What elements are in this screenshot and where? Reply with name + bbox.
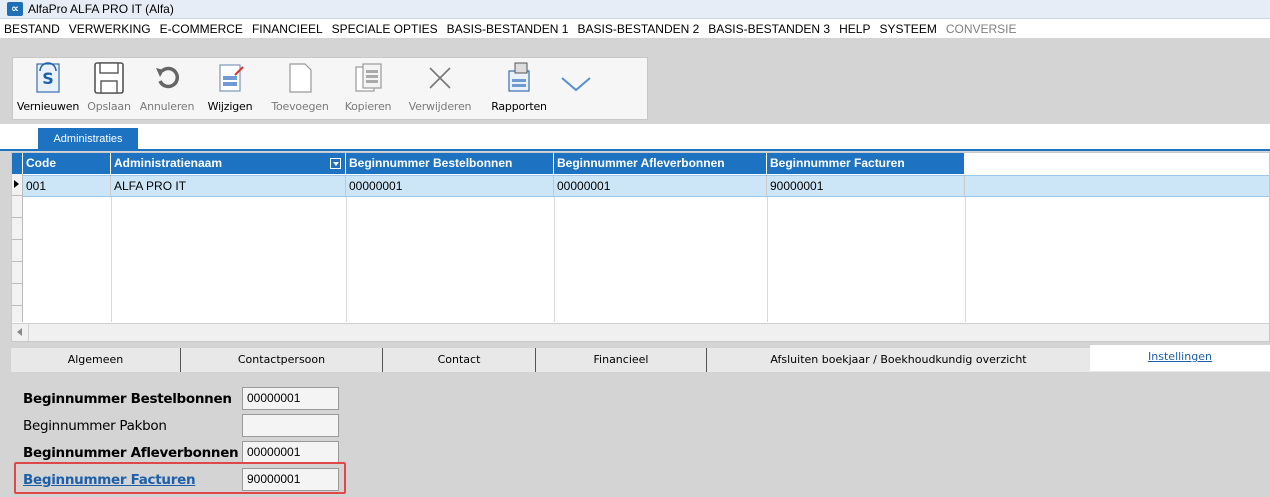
delete-x-icon (423, 61, 457, 95)
reports-button[interactable]: Rapporten (485, 61, 553, 119)
column-header-facturen[interactable]: Beginnummer Facturen (767, 153, 965, 174)
cell-afleverbonnen[interactable]: 00000001 (554, 176, 767, 196)
cell-administratienaam[interactable]: ALFA PRO IT (111, 176, 346, 196)
input-beginnummer-bestelbonnen[interactable]: 00000001 (242, 387, 339, 410)
refresh-label: Vernieuwen (16, 100, 80, 113)
floppy-disk-icon (92, 61, 126, 95)
save-button: Opslaan (83, 61, 135, 119)
add-label: Toevoegen (271, 100, 329, 113)
column-divider (554, 197, 555, 322)
cell-facturen[interactable]: 90000001 (767, 176, 965, 196)
new-document-icon (283, 61, 317, 95)
row-indicator (12, 240, 22, 262)
copy-document-icon (351, 61, 385, 95)
table-row[interactable]: 001 ALFA PRO IT 00000001 00000001 900000… (23, 175, 1269, 197)
edit-button[interactable]: Wijzigen (199, 61, 261, 119)
filter-dropdown-icon[interactable] (330, 158, 341, 169)
row-indicator-column (12, 174, 23, 322)
menu-systeem[interactable]: SYSTEEM (879, 22, 936, 36)
menu-basis-bestanden-1[interactable]: BASIS-BESTANDEN 1 (447, 22, 569, 36)
row-indicator (12, 196, 22, 218)
tab-contact[interactable]: Contact (383, 348, 536, 372)
menu-basis-bestanden-2[interactable]: BASIS-BESTANDEN 2 (577, 22, 699, 36)
tab-algemeen[interactable]: Algemeen (11, 348, 181, 372)
edit-label: Wijzigen (207, 100, 253, 113)
cell-code[interactable]: 001 (23, 176, 111, 196)
menu-e-commerce[interactable]: E-COMMERCE (160, 22, 243, 36)
refresh-icon: S (31, 61, 65, 95)
highlight-annotation (14, 462, 346, 494)
svg-text:S: S (42, 69, 54, 88)
header-row-selector (12, 153, 23, 174)
reports-label: Rapporten (491, 100, 547, 113)
column-divider (965, 197, 966, 322)
menu-basis-bestanden-3[interactable]: BASIS-BESTANDEN 3 (708, 22, 830, 36)
tab-instellingen[interactable]: Instellingen (1090, 345, 1270, 371)
grid-header: Code Administratienaam Beginnummer Beste… (12, 153, 965, 174)
delete-label: Verwijderen (408, 100, 472, 113)
administraties-grid: Code Administratienaam Beginnummer Beste… (11, 152, 1270, 342)
tab-administraties[interactable]: Administraties (38, 128, 138, 150)
copy-label: Kopieren (344, 100, 392, 113)
menu-bar: BESTAND VERWERKING E-COMMERCE FINANCIEEL… (0, 19, 1270, 38)
menu-bestand[interactable]: BESTAND (4, 22, 60, 36)
row-indicator[interactable] (12, 174, 22, 196)
instellingen-form: Beginnummer Bestelbonnen 00000001 Beginn… (11, 373, 1270, 497)
scroll-left-icon[interactable] (12, 324, 29, 341)
label-beginnummer-bestelbonnen: Beginnummer Bestelbonnen (23, 391, 232, 407)
printer-icon (502, 61, 536, 95)
toolbar-expand-chevron-icon[interactable] (558, 74, 594, 94)
save-label: Opslaan (87, 100, 131, 113)
column-header-code[interactable]: Code (23, 153, 111, 174)
input-beginnummer-afleverbonnen[interactable]: 00000001 (242, 441, 339, 464)
column-divider (111, 197, 112, 322)
tab-strip (0, 124, 1270, 150)
tab-contactpersoon[interactable]: Contactpersoon (181, 348, 383, 372)
toolbar: S Vernieuwen Opslaan Annuleren Wijzigen … (12, 57, 648, 120)
delete-button: Verwijderen (399, 61, 481, 119)
row-indicator (12, 218, 22, 240)
app-logo-icon: ∝ (7, 2, 23, 16)
menu-speciale-opties[interactable]: SPECIALE OPTIES (332, 22, 438, 36)
column-header-afleverbonnen[interactable]: Beginnummer Afleverbonnen (554, 153, 767, 174)
column-header-bestelbonnen[interactable]: Beginnummer Bestelbonnen (346, 153, 554, 174)
menu-conversie: CONVERSIE (945, 21, 1017, 36)
column-divider (346, 197, 347, 322)
add-button: Toevoegen (263, 61, 337, 119)
cancel-button: Annuleren (135, 61, 199, 119)
tab-underline (0, 149, 1270, 151)
copy-button: Kopieren (337, 61, 399, 119)
column-header-administratienaam-label: Administratienaam (114, 156, 223, 170)
input-beginnummer-pakbon[interactable] (242, 414, 339, 437)
menu-financieel[interactable]: FINANCIEEL (252, 22, 323, 36)
cancel-label: Annuleren (139, 100, 195, 113)
cell-bestelbonnen[interactable]: 00000001 (346, 176, 554, 196)
title-bar: ∝ AlfaPro ALFA PRO IT (Alfa) (0, 0, 1270, 19)
current-row-arrow-icon (14, 180, 19, 188)
edit-document-icon (213, 61, 247, 95)
menu-help[interactable]: HELP (839, 22, 870, 36)
menu-verwerking[interactable]: VERWERKING (69, 22, 151, 36)
column-header-administratienaam[interactable]: Administratienaam (111, 153, 346, 174)
refresh-button[interactable]: S Vernieuwen (13, 61, 83, 119)
tab-financieel[interactable]: Financieel (536, 348, 707, 372)
label-beginnummer-pakbon: Beginnummer Pakbon (23, 418, 167, 434)
window-title: AlfaPro ALFA PRO IT (Alfa) (28, 2, 174, 16)
row-indicator (12, 284, 22, 306)
column-divider (767, 197, 768, 322)
undo-icon (150, 61, 184, 95)
tab-afsluiten-boekjaar[interactable]: Afsluiten boekjaar / Boekhoudkundig over… (707, 348, 1090, 372)
horizontal-scrollbar[interactable] (12, 323, 1269, 341)
row-indicator (12, 262, 22, 284)
detail-tabs: Algemeen Contactpersoon Contact Financie… (11, 345, 1270, 372)
